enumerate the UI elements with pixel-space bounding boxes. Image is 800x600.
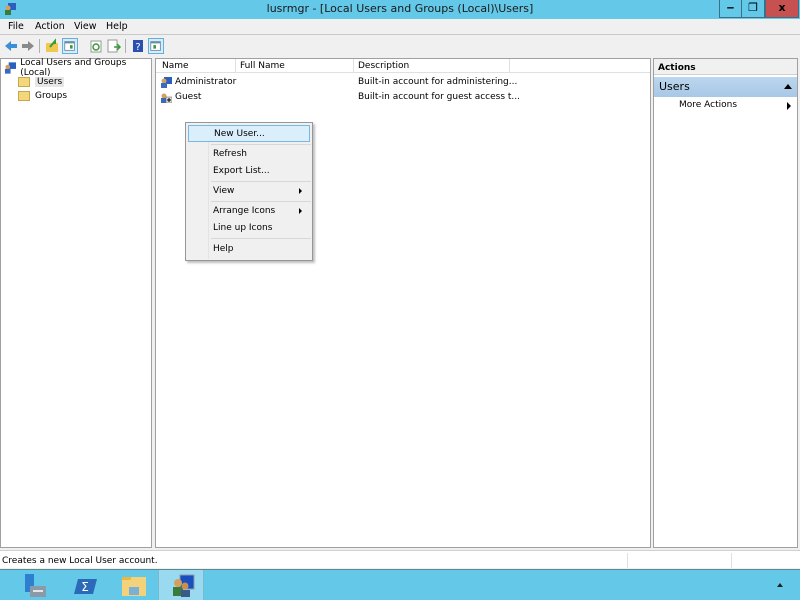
server-manager-icon: [25, 574, 46, 597]
console-tree: Local Users and Groups (Local) Users Gro…: [0, 58, 152, 548]
column-description[interactable]: Description: [358, 61, 409, 73]
forward-icon[interactable]: [20, 38, 36, 54]
menu-separator: [211, 144, 311, 145]
list-header: Name Full Name Description: [156, 59, 650, 73]
actions-group-label: Users: [659, 80, 690, 93]
help-icon[interactable]: ?: [130, 38, 146, 54]
menu-bar: File Action View Help: [0, 19, 800, 35]
status-bar: Creates a new Local User account.: [0, 550, 800, 568]
menu-item-refresh[interactable]: Refresh: [188, 146, 310, 163]
user-name: Administrator: [175, 77, 237, 87]
collapse-arrow-icon[interactable]: [784, 84, 792, 89]
restore-button[interactable]: ❐: [741, 0, 765, 18]
menu-file[interactable]: File: [8, 21, 24, 32]
close-button[interactable]: x: [765, 0, 799, 18]
minimize-icon: ‒: [726, 1, 735, 14]
window-title: lusrmgr - [Local Users and Groups (Local…: [266, 2, 534, 15]
list-item[interactable]: Guest Built-in account for guest access …: [156, 91, 650, 104]
menu-item-new-user[interactable]: New User...: [188, 125, 310, 142]
user-name: Guest: [175, 92, 202, 102]
menu-separator: [211, 181, 311, 182]
tree-item-users[interactable]: Users: [18, 75, 65, 88]
context-menu: New User... Refresh Export List... View …: [185, 122, 313, 261]
users-groups-icon: [4, 61, 17, 74]
column-full-name[interactable]: Full Name: [240, 61, 285, 73]
tree-item-label: Users: [35, 76, 65, 87]
menu-item-line-up-icons[interactable]: Line up Icons: [188, 220, 310, 237]
menu-separator: [211, 238, 311, 239]
svg-text:Σ: Σ: [81, 580, 89, 594]
user-icon: [161, 77, 172, 88]
tree-item-label: Groups: [35, 90, 68, 101]
column-divider[interactable]: [509, 59, 510, 73]
menu-item-label: Arrange Icons: [213, 206, 276, 216]
menu-item-help[interactable]: Help: [188, 241, 310, 258]
export-list-icon[interactable]: [106, 38, 122, 54]
actions-title: Actions: [654, 59, 797, 75]
tree-root-local-users-groups[interactable]: Local Users and Groups (Local): [4, 58, 151, 78]
menu-item-view[interactable]: View: [188, 183, 310, 200]
tree-item-groups[interactable]: Groups: [18, 89, 67, 102]
powershell-icon: Σ: [74, 579, 97, 594]
status-divider: [627, 553, 628, 568]
menu-separator: [211, 201, 311, 202]
submenu-arrow-icon: [299, 208, 302, 214]
submenu-arrow-icon: [787, 102, 791, 110]
folder-icon: [18, 90, 30, 101]
status-divider: [731, 553, 732, 568]
column-divider[interactable]: [235, 59, 236, 73]
show-hide-tree-icon[interactable]: [62, 38, 78, 54]
menu-item-arrange-icons[interactable]: Arrange Icons: [188, 203, 310, 220]
menu-help[interactable]: Help: [106, 21, 128, 32]
user-description: Built-in account for guest access t...: [358, 92, 521, 102]
status-text: Creates a new Local User account.: [2, 556, 158, 566]
minimize-button[interactable]: ‒: [719, 0, 742, 18]
taskbar-lusrmgr[interactable]: [158, 570, 204, 600]
back-icon[interactable]: [3, 38, 19, 54]
restore-icon: ❐: [748, 1, 758, 14]
actions-group-users[interactable]: Users: [654, 77, 797, 97]
folder-icon: [18, 76, 30, 87]
taskbar-server-manager[interactable]: [12, 570, 58, 600]
taskbar-powershell[interactable]: Σ: [62, 570, 108, 600]
actions-pane: Actions Users More Actions: [653, 58, 798, 548]
column-divider[interactable]: [353, 59, 354, 73]
submenu-arrow-icon: [299, 188, 302, 194]
menu-action[interactable]: Action: [35, 21, 65, 32]
menu-view[interactable]: View: [74, 21, 97, 32]
close-icon: x: [778, 1, 786, 14]
toolbar-separator: [39, 39, 40, 53]
taskbar: Σ: [0, 569, 800, 600]
svg-text:?: ?: [135, 42, 140, 53]
refresh-icon[interactable]: [88, 38, 104, 54]
show-hidden-icons-button[interactable]: [777, 583, 783, 587]
action-label: More Actions: [679, 100, 738, 110]
file-explorer-icon: [122, 577, 146, 596]
menu-item-export-list[interactable]: Export List...: [188, 163, 310, 180]
toolbar: ?: [0, 36, 800, 56]
guest-user-icon: [161, 93, 172, 103]
show-hide-action-pane-icon[interactable]: [148, 38, 164, 54]
user-description: Built-in account for administering...: [358, 77, 518, 87]
action-more-actions[interactable]: More Actions: [654, 100, 797, 114]
list-item[interactable]: Administrator Built-in account for admin…: [156, 76, 650, 89]
toolbar-separator: [125, 39, 126, 53]
lusrmgr-icon: [173, 574, 195, 597]
title-bar: lusrmgr - [Local Users and Groups (Local…: [0, 0, 800, 19]
menu-item-label: View: [213, 186, 235, 196]
taskbar-file-explorer[interactable]: [110, 570, 156, 600]
up-folder-icon[interactable]: [44, 38, 60, 54]
column-name[interactable]: Name: [162, 61, 189, 73]
